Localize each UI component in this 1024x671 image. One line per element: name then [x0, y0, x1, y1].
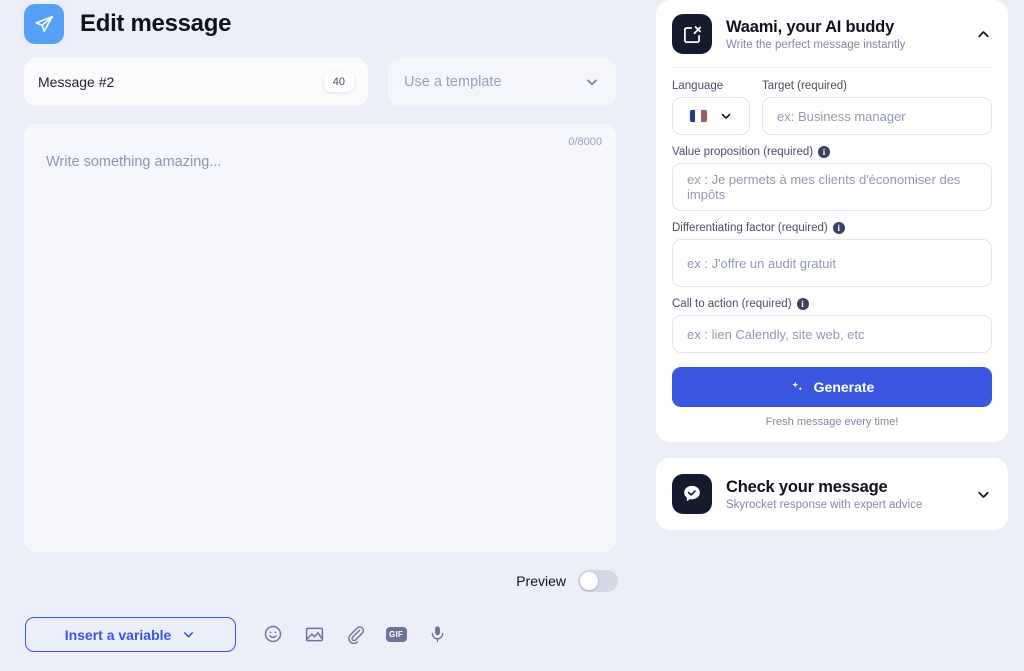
insert-variable-button[interactable]: Insert a variable: [25, 617, 236, 652]
france-flag: [689, 110, 707, 122]
preview-label: Preview: [516, 573, 566, 589]
character-count-badge: 40: [323, 72, 354, 92]
microphone-icon[interactable]: [426, 622, 448, 646]
language-target-row: Language Target (required) ex: Business …: [672, 68, 992, 135]
check-card-titles: Check your message Skyrocket response wi…: [726, 478, 961, 511]
editor-placeholder: Write something amazing...: [46, 154, 222, 170]
page-header: Edit message: [24, 4, 231, 44]
chat-check-icon: [672, 474, 712, 514]
target-group: Target (required) ex: Business manager: [762, 80, 992, 135]
editor-char-counter: 0/8000: [568, 136, 602, 148]
generate-button[interactable]: Generate: [672, 367, 992, 407]
value-proposition-label-text: Value proposition (required): [672, 146, 814, 158]
chevron-down-icon: [587, 79, 597, 86]
waami-card-header[interactable]: Waami, your AI buddy Write the perfect m…: [656, 0, 1008, 67]
chevron-down-icon[interactable]: [975, 486, 992, 503]
message-textarea[interactable]: 0/8000 Write something amazing...: [24, 124, 616, 552]
value-proposition-label: Value proposition (required) i: [672, 146, 992, 158]
attachment-icon[interactable]: [344, 622, 366, 646]
template-placeholder: Use a template: [404, 74, 502, 90]
call-to-action-label-text: Call to action (required): [672, 298, 792, 310]
differentiating-factor-group: Differentiating factor (required) i ex :…: [672, 222, 992, 287]
call-to-action-input[interactable]: ex : lien Calendly, site web, etc: [672, 315, 992, 353]
send-icon: [24, 4, 64, 44]
image-icon[interactable]: [303, 622, 325, 646]
message-name-field[interactable]: Message #2 40: [24, 58, 368, 106]
emoji-icon[interactable]: [262, 622, 284, 646]
waami-ai-card: Waami, your AI buddy Write the perfect m…: [656, 0, 1008, 442]
target-input[interactable]: ex: Business manager: [762, 97, 992, 135]
page-title: Edit message: [80, 10, 232, 37]
chevron-down-icon: [721, 113, 730, 119]
check-card-title: Check your message: [726, 477, 888, 496]
toggle-knob: [580, 572, 598, 590]
check-card-header[interactable]: Check your message Skyrocket response wi…: [656, 458, 1008, 530]
chevron-down-icon: [184, 632, 194, 638]
message-editor-pane: Edit message Message #2 40 Use a templat…: [0, 0, 640, 671]
language-label: Language: [672, 80, 724, 92]
chevron-up-icon[interactable]: [975, 26, 992, 43]
assistant-panel: Waami, your AI buddy Write the perfect m…: [640, 0, 1024, 542]
gif-icon[interactable]: GIF: [385, 622, 407, 646]
edit-message-screen: Edit message Message #2 40 Use a templat…: [0, 0, 1024, 671]
edit-square-icon: [672, 14, 712, 54]
info-icon[interactable]: i: [796, 298, 809, 310]
value-proposition-input[interactable]: ex : Je permets à mes clients d'économis…: [672, 163, 992, 211]
insert-variable-label: Insert a variable: [64, 626, 172, 643]
differentiating-factor-input[interactable]: ex : J'offre un audit gratuit: [672, 239, 992, 287]
composer-icon-row: GIF: [262, 622, 448, 646]
preview-toggle-row: Preview: [516, 570, 618, 592]
waami-card-titles: Waami, your AI buddy Write the perfect m…: [726, 18, 961, 51]
waami-card-body: Language Target (required) ex: Business …: [656, 68, 1008, 442]
generate-label: Generate: [813, 379, 875, 395]
waami-card-subtitle: Write the perfect message instantly: [726, 38, 906, 51]
template-select[interactable]: Use a template: [388, 58, 616, 106]
call-to-action-group: Call to action (required) i ex : lien Ca…: [672, 298, 992, 353]
waami-card-title: Waami, your AI buddy: [726, 17, 895, 36]
check-card-subtitle: Skyrocket response with expert advice: [726, 498, 923, 511]
sparkle-icon: [791, 381, 802, 391]
differentiating-factor-label-text: Differentiating factor (required): [672, 222, 828, 234]
call-to-action-label: Call to action (required) i: [672, 298, 992, 310]
bottom-toolbar: Insert a variable GIF: [0, 608, 1024, 671]
info-icon[interactable]: i: [818, 146, 831, 158]
language-group: Language: [672, 80, 750, 135]
value-proposition-group: Value proposition (required) i ex : Je p…: [672, 146, 992, 211]
generate-note: Fresh message every time!: [765, 416, 899, 428]
language-select[interactable]: [672, 97, 750, 135]
target-label: Target (required): [762, 80, 848, 92]
preview-toggle[interactable]: [578, 570, 618, 592]
info-icon[interactable]: i: [832, 222, 845, 234]
check-message-card[interactable]: Check your message Skyrocket response wi…: [656, 458, 1008, 530]
message-name-value: Message #2: [38, 74, 115, 90]
differentiating-factor-label: Differentiating factor (required) i: [672, 222, 992, 234]
gif-label: GIF: [385, 626, 407, 642]
